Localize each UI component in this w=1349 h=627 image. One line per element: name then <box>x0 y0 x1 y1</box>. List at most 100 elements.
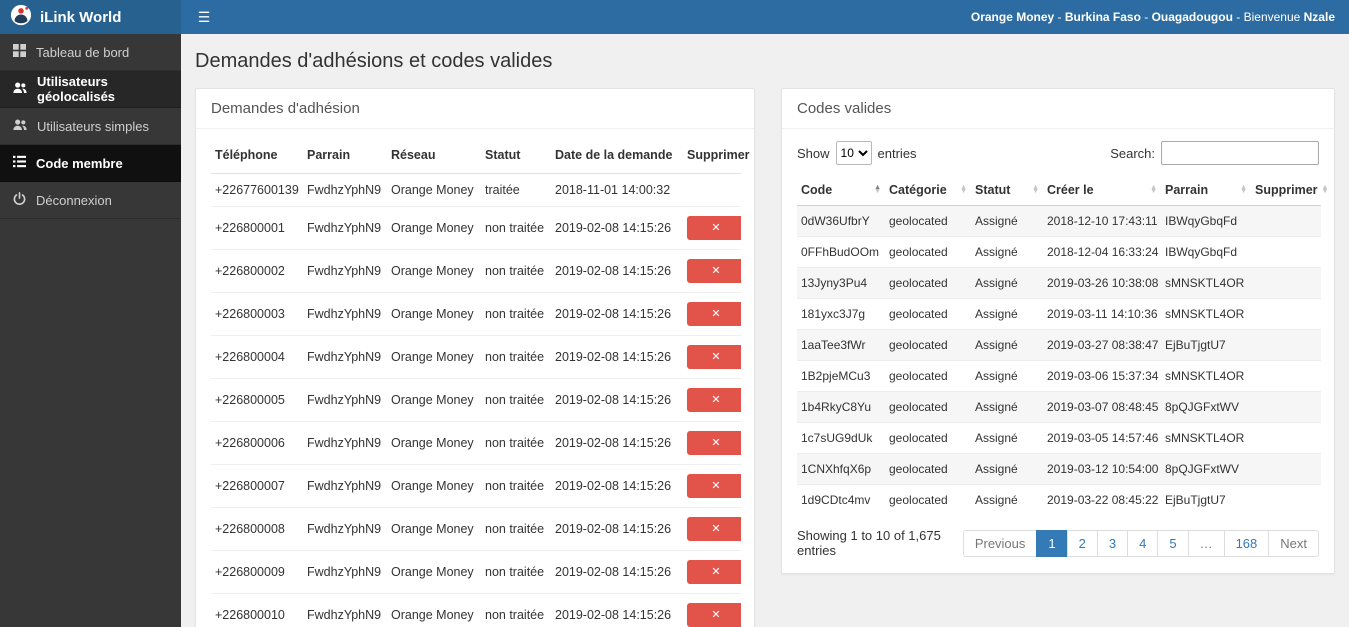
table-row: +226800009 FwdhzYphN9 Orange Money non t… <box>211 550 741 594</box>
pagination-next[interactable]: Next <box>1268 529 1319 557</box>
request-parrain: FwdhzYphN9 <box>303 421 387 465</box>
code-categorie: geolocated <box>885 422 971 454</box>
code-date: 2019-03-11 14:10:36 <box>1043 298 1161 330</box>
pagination-page-5[interactable]: 5 <box>1157 529 1189 557</box>
page-length-control: Show 10 entries <box>797 141 917 165</box>
table-row: +226800003 FwdhzYphN9 Orange Money non t… <box>211 292 741 336</box>
separator: - <box>1054 10 1065 24</box>
table-row: 1b4RkyC8Yu geolocated Assigné 2019-03-07… <box>797 391 1321 423</box>
sort-icon: ▲ ▼ <box>874 184 881 195</box>
pagination-previous[interactable]: Previous <box>962 529 1038 557</box>
pagination-page-1[interactable]: 1 <box>1036 529 1068 557</box>
code-date: 2018-12-04 16:33:24 <box>1043 236 1161 268</box>
request-reseau: Orange Money <box>387 593 481 627</box>
sort-down-icon: ▼ <box>1321 188 1329 195</box>
table-row: 1B2pjeMCu3 geolocated Assigné 2019-03-06… <box>797 360 1321 392</box>
x-icon: ✕ <box>711 394 721 406</box>
code-statut: Assigné <box>971 298 1043 330</box>
table-row: 13Jyny3Pu4 geolocated Assigné 2019-03-26… <box>797 267 1321 299</box>
sidebar-item-tableau-de-bord[interactable]: Tableau de bord <box>0 34 181 71</box>
pagination-page-2[interactable]: 2 <box>1066 529 1098 557</box>
column-header-statut[interactable]: Statut ▲ ▼ <box>971 175 1043 206</box>
table-row: +22677600139 FwdhzYphN9 Orange Money tra… <box>211 173 741 207</box>
delete-request-button[interactable]: ✕ <box>687 517 741 541</box>
request-statut: non traitée <box>481 378 551 422</box>
request-phone: +226800004 <box>211 335 303 379</box>
column-header-supprimer[interactable]: Supprimer ▲ ▼ <box>1251 175 1328 206</box>
column-header-statut: Statut <box>481 137 551 174</box>
request-date: 2019-02-08 14:15:26 <box>551 421 683 465</box>
pagination-ellipsis: … <box>1187 529 1225 557</box>
request-reseau: Orange Money <box>387 378 481 422</box>
code-categorie: geolocated <box>885 267 971 299</box>
sidebar: Tableau de bord Utilisateurs géolocalisé… <box>0 34 181 627</box>
request-parrain: FwdhzYphN9 <box>303 550 387 594</box>
delete-request-button[interactable]: ✕ <box>687 474 741 498</box>
delete-request-button[interactable]: ✕ <box>687 259 741 283</box>
code-value: 1b4RkyC8Yu <box>797 391 885 423</box>
sidebar-item-utilisateurs-simples[interactable]: Utilisateurs simples <box>0 108 181 145</box>
delete-request-button[interactable]: ✕ <box>687 345 741 369</box>
separator: - <box>1140 10 1152 24</box>
code-parrain: IBWqyGbqFd <box>1161 236 1251 268</box>
code-parrain: sMNSKTL4OR <box>1161 422 1251 454</box>
code-actions <box>1251 267 1321 299</box>
delete-request-button[interactable]: ✕ <box>687 560 741 584</box>
sidebar-item-deconnexion[interactable]: Déconnexion <box>0 182 181 219</box>
search-input[interactable] <box>1161 141 1319 165</box>
delete-request-button[interactable]: ✕ <box>687 431 741 455</box>
request-actions: ✕ <box>683 550 741 594</box>
users-icon <box>13 81 27 97</box>
x-icon: ✕ <box>711 265 721 277</box>
code-value: 0FFhBudOOm <box>797 236 885 268</box>
request-date: 2019-02-08 14:15:26 <box>551 550 683 594</box>
pagination-page-4[interactable]: 4 <box>1127 529 1159 557</box>
table-row: 1CNXhfqX6p geolocated Assigné 2019-03-12… <box>797 453 1321 485</box>
code-date: 2019-03-22 08:45:22 <box>1043 484 1161 515</box>
sort-down-icon: ▼ <box>874 188 881 195</box>
column-label: Parrain <box>1165 183 1209 197</box>
table-row: +226800007 FwdhzYphN9 Orange Money non t… <box>211 464 741 508</box>
delete-request-button[interactable]: ✕ <box>687 388 741 412</box>
pagination-page-3[interactable]: 3 <box>1096 529 1129 557</box>
sort-icon: ▲ ▼ <box>1150 184 1157 195</box>
sort-down-icon: ▼ <box>1240 188 1247 195</box>
request-phone: +226800008 <box>211 507 303 551</box>
table-row: 181yxc3J7g geolocated Assigné 2019-03-11… <box>797 298 1321 330</box>
codes-table: Code ▲ ▼ Catégorie ▲ ▼ Statut ▲ ▼ Créer le ▲ ▼ P… <box>797 175 1328 515</box>
request-actions: ✕ <box>683 335 741 379</box>
code-categorie: geolocated <box>885 360 971 392</box>
request-date: 2019-02-08 14:15:26 <box>551 335 683 379</box>
codes-panel-title: Codes valides <box>782 89 1334 129</box>
request-date: 2019-02-08 14:15:26 <box>551 292 683 336</box>
sidebar-item-label: Tableau de bord <box>36 44 130 60</box>
request-date: 2019-02-08 14:15:26 <box>551 206 683 250</box>
page-length-select[interactable]: 10 <box>835 141 872 165</box>
column-header-categorie[interactable]: Catégorie ▲ ▼ <box>885 175 971 206</box>
code-parrain: sMNSKTL4OR <box>1161 360 1251 392</box>
column-header-creer-le[interactable]: Créer le ▲ ▼ <box>1043 175 1161 206</box>
column-header-parrain[interactable]: Parrain ▲ ▼ <box>1161 175 1251 206</box>
request-parrain: FwdhzYphN9 <box>303 507 387 551</box>
app-logo[interactable]: iLink World <box>0 0 181 34</box>
delete-request-button[interactable]: ✕ <box>687 216 741 240</box>
request-phone: +226800001 <box>211 206 303 250</box>
request-reseau: Orange Money <box>387 173 481 207</box>
requests-panel: Demandes d'adhésion Téléphone Parrain Ré… <box>195 88 755 627</box>
delete-request-button[interactable]: ✕ <box>687 302 741 326</box>
org-name: Orange Money <box>970 10 1055 24</box>
sidebar-toggle-button[interactable]: ☰ <box>181 0 227 34</box>
sidebar-item-code-membre[interactable]: Code membre <box>0 145 181 182</box>
sidebar-item-utilisateurs-geolocalises[interactable]: Utilisateurs géolocalisés <box>0 71 181 108</box>
column-header-telephone: Téléphone <box>211 137 303 174</box>
pagination-page-168[interactable]: 168 <box>1223 529 1270 557</box>
request-statut: traitée <box>481 173 551 207</box>
x-icon: ✕ <box>711 523 721 535</box>
search-label: Search: <box>1110 145 1155 161</box>
request-date: 2019-02-08 14:15:26 <box>551 249 683 293</box>
delete-request-button[interactable]: ✕ <box>687 603 741 627</box>
request-parrain: FwdhzYphN9 <box>303 378 387 422</box>
request-statut: non traitée <box>481 421 551 465</box>
column-header-code[interactable]: Code ▲ ▼ <box>797 175 885 206</box>
sort-icon: ▲ ▼ <box>1032 184 1039 195</box>
